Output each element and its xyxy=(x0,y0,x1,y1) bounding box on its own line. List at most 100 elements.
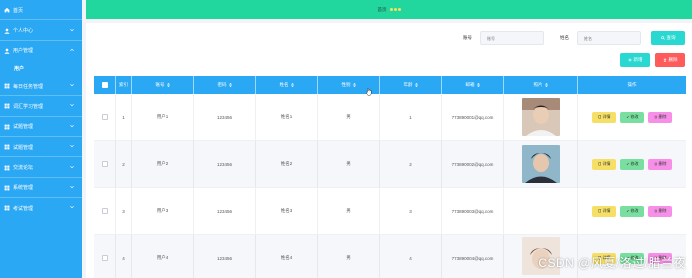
cell-actions: 详情 修改 删除 xyxy=(578,94,686,140)
row-checkbox[interactable] xyxy=(101,161,108,167)
grid-icon xyxy=(4,185,10,191)
col-actions-label: 操作 xyxy=(627,82,637,87)
sidebar-item-vocabulary[interactable]: 词汇学习管理 xyxy=(0,96,82,117)
breadcrumb-home[interactable]: 首页 xyxy=(378,7,387,13)
row-delete-button[interactable]: 删除 xyxy=(648,158,672,170)
name-label: 姓名 xyxy=(560,35,569,40)
col-name[interactable]: 姓名 xyxy=(256,76,318,94)
detail-button[interactable]: 详情 xyxy=(592,111,616,123)
sidebar-item-user-management[interactable]: 用户管理 xyxy=(0,41,82,61)
col-gender-label: 性别 xyxy=(341,82,351,87)
col-email[interactable]: 邮箱 xyxy=(442,76,504,94)
row-checkbox[interactable] xyxy=(101,208,108,214)
col-age-label: 年龄 xyxy=(403,82,413,87)
user-photo[interactable] xyxy=(521,145,560,183)
cell-actions: 详情 修改 删除 xyxy=(578,188,686,234)
sidebar: 首页 个人中心 用户管理 用户 每日任务管理 词汇学习管理 试题管理 试题管理 xyxy=(0,0,82,278)
cell-email: 773890001@qq.com xyxy=(442,94,504,140)
cell-name: 姓名4 xyxy=(256,235,318,278)
pencil-icon xyxy=(626,163,629,166)
sidebar-item-home[interactable]: 首页 xyxy=(0,0,82,21)
edit-button[interactable]: 修改 xyxy=(620,158,644,170)
cell-email: 773890004@qq.com xyxy=(442,235,504,278)
col-account-label: 账号 xyxy=(155,82,165,87)
col-password[interactable]: 密码 xyxy=(194,76,256,94)
cell-name: 姓名2 xyxy=(256,141,318,187)
row-select-cell xyxy=(94,141,116,187)
plus-icon xyxy=(627,58,632,62)
cell-password: 123456 xyxy=(194,235,256,278)
user-icon xyxy=(4,48,10,54)
col-password-label: 密码 xyxy=(217,82,227,87)
edit-button[interactable]: 修改 xyxy=(620,205,644,217)
cell-email: 773890003@qq.com xyxy=(442,188,504,234)
cell-account: 用户1 xyxy=(132,94,194,140)
delete-label: 删除 xyxy=(658,114,667,119)
sort-icon xyxy=(352,83,356,87)
row-delete-button[interactable]: 删除 xyxy=(648,205,672,217)
sort-icon xyxy=(476,83,480,87)
select-all-checkbox[interactable] xyxy=(101,82,108,88)
cell-actions: 详情 修改 删除 xyxy=(578,141,686,187)
cell-age: 3 xyxy=(380,188,442,234)
cell-age: 2 xyxy=(380,141,442,187)
grid-icon xyxy=(4,205,10,211)
sidebar-item-questions-2[interactable]: 试题管理 xyxy=(0,137,82,158)
document-icon xyxy=(598,209,601,213)
row-delete-button[interactable]: 删除 xyxy=(648,111,672,123)
edit-label: 修改 xyxy=(630,114,639,119)
detail-label: 详情 xyxy=(602,161,611,166)
cell-gender: 男 xyxy=(318,141,380,187)
top-bar: 首页 xyxy=(86,0,692,19)
detail-button[interactable]: 详情 xyxy=(592,205,616,217)
col-account[interactable]: 账号 xyxy=(132,76,194,94)
col-age[interactable]: 年龄 xyxy=(380,76,442,94)
cell-account: 用户4 xyxy=(132,235,194,278)
sort-icon xyxy=(166,83,170,87)
chevron-down-icon xyxy=(70,205,74,209)
edit-button[interactable]: 修改 xyxy=(620,111,644,123)
sidebar-item-label: 交流论坛 xyxy=(13,165,34,172)
sidebar-item-exam[interactable]: 考试管理 xyxy=(0,198,82,218)
chevron-down-icon xyxy=(70,185,74,189)
table-row: 2 用户2 123456 姓名2 男 2 773890002@qq.com 详情… xyxy=(94,141,686,188)
sidebar-item-daily-tasks[interactable]: 每日任务管理 xyxy=(0,76,82,97)
detail-label: 详情 xyxy=(602,114,611,119)
sidebar-item-system[interactable]: 系统管理 xyxy=(0,178,82,199)
pencil-icon xyxy=(626,210,629,213)
cell-index: 3 xyxy=(116,188,132,234)
row-checkbox[interactable] xyxy=(101,114,108,120)
add-button[interactable]: 新增 xyxy=(620,53,650,67)
col-photo[interactable]: 照片 xyxy=(504,76,578,94)
trash-icon xyxy=(654,116,657,119)
sidebar-item-forum[interactable]: 交流论坛 xyxy=(0,157,82,178)
name-input[interactable] xyxy=(577,31,641,45)
row-select-cell xyxy=(94,188,116,234)
delete-button[interactable]: 删除 xyxy=(655,53,685,67)
sidebar-item-questions[interactable]: 试题管理 xyxy=(0,117,82,137)
account-input[interactable] xyxy=(480,31,544,45)
cell-age: 1 xyxy=(380,94,442,140)
user-photo[interactable] xyxy=(521,98,560,136)
sidebar-item-profile[interactable]: 个人中心 xyxy=(0,20,82,41)
sidebar-item-label: 首页 xyxy=(13,7,24,14)
row-checkbox[interactable] xyxy=(101,255,108,261)
cell-password: 123456 xyxy=(194,188,256,234)
sidebar-item-label: 用户管理 xyxy=(13,48,34,55)
row-select-cell xyxy=(94,235,116,278)
col-actions: 操作 xyxy=(578,76,686,94)
content-card: 账号 姓名 查询 新增 删除 索引 账号 密码 姓名 性别 年龄 邮箱 照片 xyxy=(86,23,692,278)
cell-account: 用户2 xyxy=(132,141,194,187)
action-bar: 新增 删除 xyxy=(620,53,685,67)
query-button-label: 查询 xyxy=(666,35,676,40)
row-select-cell xyxy=(94,94,116,140)
cell-gender: 男 xyxy=(318,235,380,278)
query-button[interactable]: 查询 xyxy=(651,31,685,45)
detail-button[interactable]: 详情 xyxy=(592,158,616,170)
sidebar-subitem-users[interactable]: 用户 xyxy=(0,61,82,77)
col-index: 索引 xyxy=(116,76,132,94)
chevron-down-icon xyxy=(70,144,74,148)
sidebar-item-label: 试题管理 xyxy=(13,144,34,151)
cell-age: 4 xyxy=(380,235,442,278)
search-icon xyxy=(660,36,665,40)
